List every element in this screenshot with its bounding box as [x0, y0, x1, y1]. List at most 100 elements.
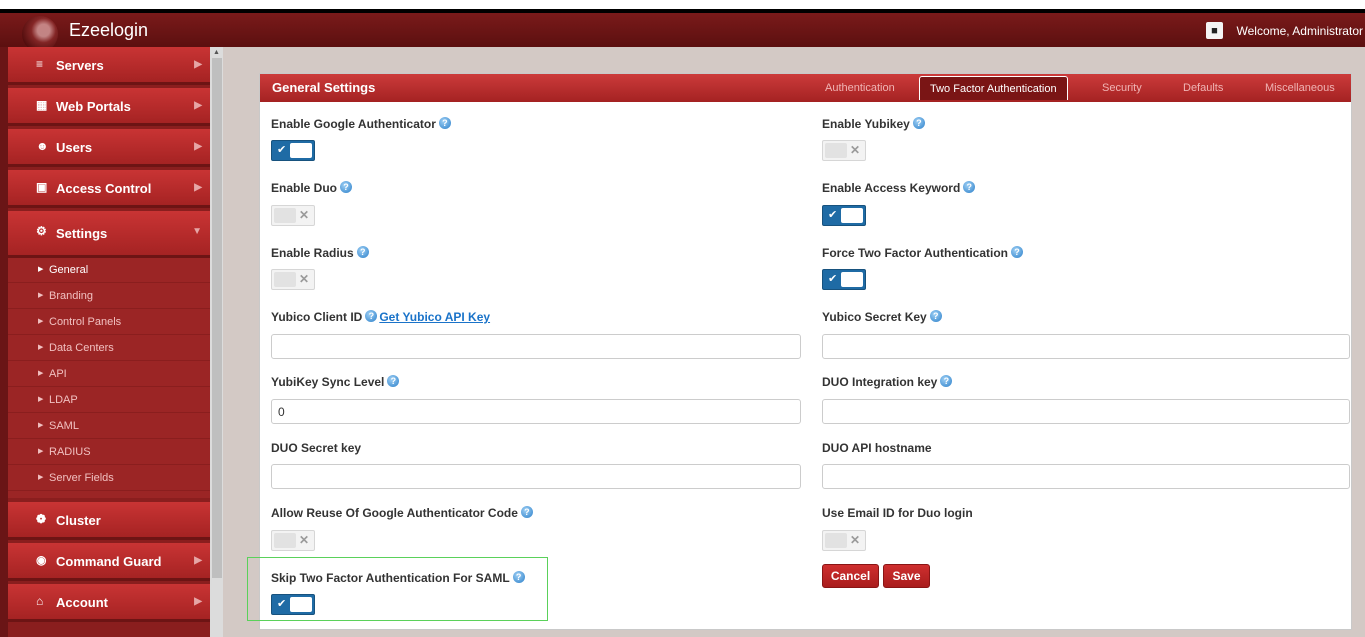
sidebar-item-access-control[interactable]: ▣ Access Control ▶ [8, 170, 210, 208]
sidebar-item-settings[interactable]: ⚙ Settings ▼ [8, 211, 210, 258]
sidebar-item-command-guard[interactable]: ◉ Command Guard ▶ [8, 543, 210, 581]
tab-security[interactable]: Security [1102, 82, 1142, 94]
yubico-client-id-input[interactable] [271, 334, 801, 359]
sidebar-item-label: Web Portals [56, 99, 131, 114]
help-icon[interactable]: ? [438, 117, 451, 129]
label-text: DUO Integration key [822, 375, 938, 389]
yubico-secret-input[interactable] [822, 334, 1350, 359]
submenu-item-saml[interactable]: ▶ SAML [8, 414, 210, 439]
duo-integration-input[interactable] [822, 399, 1350, 424]
cluster-icon: ❁ [36, 512, 47, 526]
tab-authentication[interactable]: Authentication [825, 82, 895, 94]
label-text: Enable Google Authenticator [271, 117, 436, 131]
check-icon: ✔ [828, 209, 838, 221]
submenu-item-ldap[interactable]: ▶ LDAP [8, 388, 210, 413]
sidebar-item-servers[interactable]: ≡ Servers ▶ [8, 47, 210, 85]
duo-api-host-input[interactable] [822, 464, 1350, 489]
yubikey-sync-label: YubiKey Sync Level? [271, 375, 400, 389]
help-icon[interactable]: ? [963, 181, 976, 193]
submenu-label: General [49, 264, 89, 276]
triangle-icon: ▶ [38, 344, 44, 351]
duo-secret-input[interactable] [271, 464, 801, 489]
get-yubico-api-key-link[interactable]: Get Yubico API Key [379, 310, 490, 324]
submenu-item-general[interactable]: ▶ General [8, 258, 210, 283]
help-icon[interactable]: ? [387, 375, 400, 387]
x-icon: ✕ [298, 533, 309, 547]
triangle-icon: ▶ [38, 266, 44, 273]
duo-secret-label: DUO Secret key [271, 441, 362, 455]
x-icon: ✕ [849, 533, 860, 547]
sidebar-item-label: Servers [56, 58, 104, 73]
save-button[interactable]: Save [883, 564, 930, 588]
yubico-client-id-label: Yubico Client ID? Get Yubico API Key [271, 310, 490, 324]
submenu-item-api[interactable]: ▶ API [8, 362, 210, 387]
submenu-label: Control Panels [49, 316, 122, 328]
force-2fa-label: Force Two Factor Authentication? [822, 246, 1024, 260]
panel-title: General Settings [272, 80, 376, 95]
triangle-icon: ▶ [38, 318, 44, 325]
submenu-item-branding[interactable]: ▶ Branding [8, 284, 210, 309]
submenu-item-control-panels[interactable]: ▶ Control Panels [8, 310, 210, 335]
google-auth-toggle[interactable]: ✔ [271, 140, 315, 161]
yubikey-toggle[interactable]: ✕ [822, 140, 866, 161]
label-text: Enable Access Keyword [822, 181, 961, 195]
help-icon[interactable]: ? [520, 506, 533, 518]
help-icon[interactable]: ? [1011, 246, 1024, 258]
help-icon[interactable]: ? [940, 375, 953, 387]
submenu-item-server-fields[interactable]: ▶ Server Fields [8, 466, 210, 491]
sidebar-item-label: Settings [56, 226, 108, 241]
chevron-right-icon: ▶ [194, 59, 202, 70]
app-title: Ezeelogin [69, 20, 149, 40]
scroll-up-icon[interactable]: ▲ [213, 49, 220, 56]
submenu-item-radius[interactable]: ▶ RADIUS [8, 440, 210, 465]
help-icon[interactable]: ? [929, 310, 942, 322]
tab-defaults[interactable]: Defaults [1183, 82, 1223, 94]
sidebar-item-cluster[interactable]: ❁ Cluster [8, 502, 210, 540]
submenu-label: API [49, 368, 67, 380]
help-icon[interactable]: ? [912, 117, 925, 129]
settings-submenu: ▶ General ▶ Branding ▶ Control Panels ▶ Data… [8, 258, 210, 498]
welcome-text[interactable]: Welcome, Administrator [1237, 24, 1364, 38]
submenu-item-data-centers[interactable]: ▶ Data Centers [8, 336, 210, 361]
sidebar-item-web-portals[interactable]: ▦ Web Portals ▶ [8, 88, 210, 126]
sidebar-item-label: Users [56, 140, 93, 155]
chevron-right-icon: ▶ [194, 596, 202, 607]
reuse-google-toggle[interactable]: ✕ [271, 530, 315, 551]
home-icon: ⌂ [36, 594, 44, 608]
sidebar-scroll-thumb[interactable] [212, 58, 222, 578]
submenu-label: Data Centers [49, 342, 114, 354]
help-icon[interactable]: ? [356, 246, 369, 258]
force-2fa-toggle[interactable]: ✔ [822, 269, 866, 290]
x-icon: ✕ [849, 143, 860, 157]
yubico-secret-label: Yubico Secret Key? [822, 310, 942, 324]
duo-email-toggle[interactable]: ✕ [822, 530, 866, 551]
cancel-button[interactable]: Cancel [822, 564, 879, 588]
sidebar-item-label: Cluster [56, 513, 101, 528]
duo-api-host-label: DUO API hostname [822, 441, 932, 455]
label-text: Allow Reuse Of Google Authenticator Code [271, 506, 518, 520]
sidebar-item-account[interactable]: ⌂ Account ▶ [8, 584, 210, 622]
yubikey-sync-input[interactable] [271, 399, 801, 424]
duo-toggle[interactable]: ✕ [271, 205, 315, 226]
tab-miscellaneous[interactable]: Miscellaneous [1265, 82, 1335, 94]
tab-two-factor-authentication[interactable]: Two Factor Authentication [919, 76, 1068, 100]
reuse-google-label: Allow Reuse Of Google Authenticator Code… [271, 506, 533, 520]
access-keyword-toggle[interactable]: ✔ [822, 205, 866, 226]
shield-icon: ◉ [36, 553, 47, 567]
triangle-icon: ▶ [38, 396, 44, 403]
duo-label: Enable Duo? [271, 181, 353, 195]
help-icon[interactable]: ? [340, 181, 353, 193]
radius-toggle[interactable]: ✕ [271, 269, 315, 290]
lock-icon: ▣ [36, 180, 48, 194]
help-icon[interactable]: ? [365, 310, 378, 322]
radius-label: Enable Radius? [271, 246, 369, 260]
label-text: Force Two Factor Authentication [822, 246, 1009, 260]
panel-header: General Settings Authentication Two Fact… [260, 74, 1351, 102]
sidebar: ≡ Servers ▶ ▦ Web Portals ▶ ☻ Users ▶ ▣ … [8, 47, 210, 637]
user-icon[interactable]: ■ [1206, 22, 1223, 39]
app-header: Ezeelogin ■ Welcome, Administrator [0, 13, 1365, 52]
chevron-right-icon: ▶ [194, 182, 202, 193]
duo-email-label: Use Email ID for Duo login [822, 506, 973, 520]
sidebar-item-users[interactable]: ☻ Users ▶ [8, 129, 210, 167]
sidebar-item-label: Command Guard [56, 554, 162, 569]
